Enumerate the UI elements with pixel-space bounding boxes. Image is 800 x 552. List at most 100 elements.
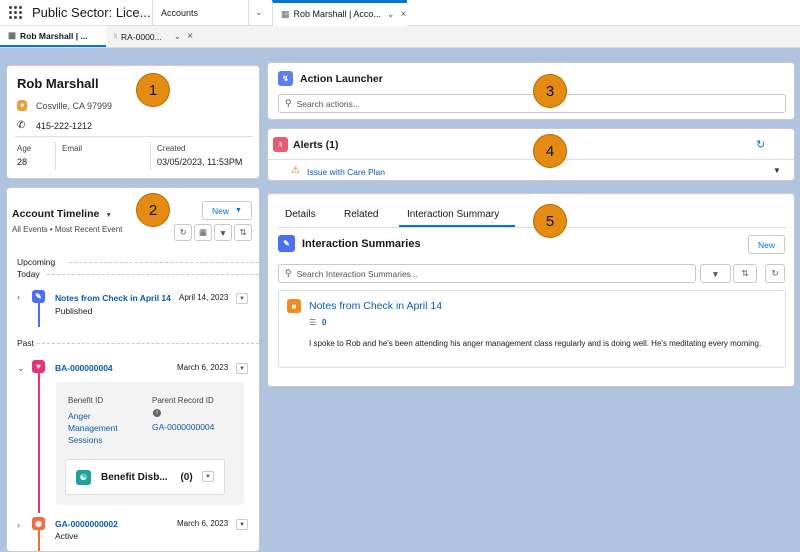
timeline-title[interactable]: Account Timeline ▼ [12,208,112,220]
new-button-label: New [212,205,230,216]
subtab-label: RA-0000... [121,31,162,42]
field-created: Created 03/05/2023, 11:53PM [150,142,242,170]
warning-icon: ⚠ [291,165,300,176]
tab-label: Rob Marshall | Acco... [293,9,381,19]
tab-details[interactable]: Details [285,209,316,220]
chevron-down-icon[interactable]: ⌄ [174,31,182,42]
tabs-overflow-button[interactable]: ⌄ [248,0,272,26]
filter-icon[interactable]: ▼ [700,264,731,283]
app-name: Public Sector: Lice... [32,5,151,20]
chevron-down-icon[interactable]: ⌄ [17,363,25,374]
item-menu-button[interactable]: ▼ [236,293,248,304]
interaction-record-card: ■ Notes from Check in April 14 ☰ 0 I spo… [278,290,786,368]
record-count[interactable]: 0 [322,318,326,327]
divider [268,159,794,160]
search-placeholder: Search Interaction Summaries... [296,268,419,279]
timeline-line [38,530,40,551]
divider [15,136,253,137]
alert-item[interactable]: Issue with Care Plan [307,167,385,177]
subtab-ra[interactable]: ♮ RA-0000... ⌄ × [106,26,201,47]
related-list-menu-button[interactable]: ▼ [202,471,214,482]
refresh-icon[interactable]: ↻ [756,138,765,151]
global-header: Public Sector: Lice... Accounts ⌄ ▦ Rob … [0,0,800,26]
tab-related[interactable]: Related [344,209,378,220]
related-list-title[interactable]: Benefit Disb... (0) [101,472,193,483]
item-menu-button[interactable]: ▼ [236,363,248,374]
timeline-filter: All Events • Most Recent Event [12,225,123,234]
chevron-down-icon: ⌄ [255,7,263,17]
chevron-down-icon: ▼ [235,207,242,214]
search-icon: ⚲ [285,98,292,108]
benefit-id-value[interactable]: Anger Management Sessions [68,410,138,446]
divider [278,227,786,228]
tab-label: Accounts [161,7,199,18]
field-label: Created [157,144,186,153]
callout-2: 2 [136,193,170,227]
field-email: Email [55,142,82,170]
bell-icon: ♮ [114,31,118,41]
timeline-item-date: March 6, 2023 [177,519,229,528]
address-icon: ■ [17,100,27,111]
sort-icon[interactable]: ⇅ [234,224,252,241]
timeline-item-date: April 14, 2023 [179,293,229,302]
item-menu-button[interactable]: ▼ [236,519,248,530]
chevron-down-icon[interactable]: ⌄ [387,9,395,20]
alerts-title: Alerts (1) [293,139,339,151]
search-placeholder: Search actions... [296,98,360,109]
callout-3: 3 [533,74,567,108]
record-title[interactable]: Notes from Check in April 14 [309,300,442,312]
interaction-new-button[interactable]: New [748,235,785,254]
calendar-icon[interactable]: ▦ [194,224,212,241]
account-icon: ▦ [281,8,290,19]
tab-interaction-summary[interactable]: Interaction Summary [407,209,499,220]
chevron-right-icon[interactable]: › [17,520,20,530]
record-tabs-card: Details Related Interaction Summary ✎ In… [267,193,795,387]
app-launcher-icon[interactable] [2,0,28,26]
timeline-line [38,303,40,327]
timeline-new-button[interactable]: New ▼ [202,201,252,220]
parent-record-value[interactable]: GA-0000000004 [152,422,214,432]
note-icon: ■ [287,299,301,313]
callout-4: 4 [533,134,567,168]
timeline-item-title[interactable]: BA-000000004 [55,363,113,373]
timeline-card: Account Timeline ▼ All Events • Most Rec… [6,187,260,552]
close-icon[interactable]: × [400,9,406,20]
sort-icon[interactable]: ⇅ [733,264,757,283]
timeline-detail-panel: Benefit ID Anger Management Sessions Par… [56,382,244,505]
interaction-title: Interaction Summaries [302,238,421,250]
phone-text: 415-222-1212 [36,121,93,131]
tab-accounts[interactable]: Accounts [152,0,248,26]
refresh-icon[interactable]: ↻ [765,264,785,283]
search-icon: ⚲ [285,268,292,278]
chevron-right-icon[interactable]: › [17,292,20,302]
timeline-line [38,373,40,513]
benefit-disbursement-icon: ☯ [76,470,91,485]
parent-record-label: Parent Record ID [152,396,214,405]
profile-card: Rob Marshall ■ Cosville, CA 97999 ✆ 415-… [6,65,260,179]
field-value: 03/05/2023, 11:53PM [157,157,243,167]
divider [37,343,259,344]
callout-1: 1 [136,73,170,107]
filter-icon[interactable]: ▼ [214,224,232,241]
section-past: Past [17,338,35,348]
interaction-summary-icon: ✎ [278,235,295,252]
profile-name: Rob Marshall [17,76,99,91]
divider [47,274,259,275]
action-search-input[interactable]: ⚲ Search actions... [278,94,786,113]
chevron-down-icon[interactable]: ▼ [773,166,781,175]
refresh-icon[interactable]: ↻ [174,224,192,241]
related-list-card: ☯ Benefit Disb... (0) ▼ [65,459,225,495]
subtab-label: Rob Marshall | ... [20,30,88,41]
close-icon[interactable]: × [187,31,193,42]
subtab-rob-marshall[interactable]: ▦ Rob Marshall | ... [0,26,106,47]
address-text: Cosville, CA 97999 [36,101,113,111]
related-list-title-text: Benefit Disb... [101,472,168,483]
interaction-search-input[interactable]: ⚲ Search Interaction Summaries... [278,264,696,283]
tab-rob-marshall[interactable]: ▦ Rob Marshall | Acco... ⌄ × [272,0,407,26]
timeline-item-title[interactable]: Notes from Check in April 14 [55,293,171,303]
field-label: Email [62,144,83,153]
timeline-item-title[interactable]: GA-0000000002 [55,519,118,529]
timeline-item-status: Active [55,531,79,541]
grant-icon: ◉ [32,517,45,530]
field-label: Age [17,144,32,153]
